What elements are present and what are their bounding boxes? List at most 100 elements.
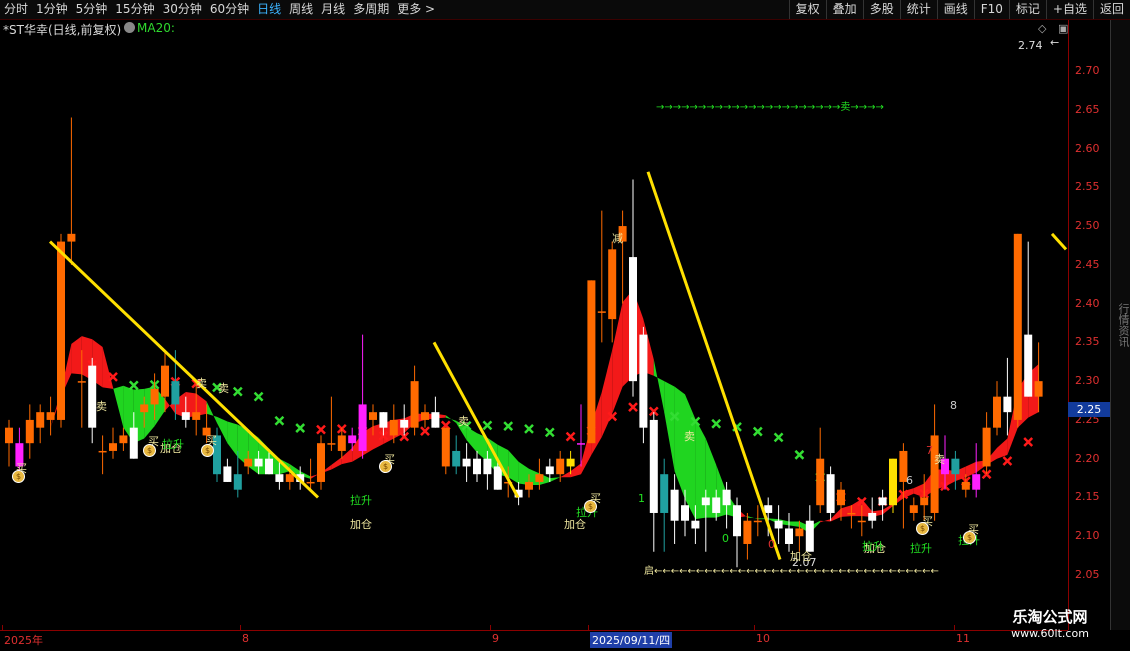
- tool-button-8[interactable]: 返回: [1092, 0, 1130, 19]
- trend-line: [1050, 232, 1068, 251]
- price-tick: 2.50: [1075, 219, 1100, 233]
- trend-band-segment: [997, 438, 1008, 459]
- tool-button-0[interactable]: 复权: [788, 0, 826, 19]
- ma20-cross-marker: [316, 424, 326, 435]
- candle-body: [1024, 334, 1033, 397]
- candle-body: [36, 412, 45, 428]
- candle-body: [556, 458, 565, 475]
- price-tick: 2.20: [1075, 451, 1100, 465]
- candle-body: [951, 458, 960, 475]
- candle-body: [691, 520, 700, 529]
- tool-buttons: 复权 叠加 多股 统计 画线 F10 标记 +自选 返回: [788, 0, 1130, 19]
- trend-band-segment: [331, 457, 342, 470]
- period-tab-8[interactable]: 月线: [317, 0, 349, 19]
- date-axis-label: 8: [242, 632, 249, 645]
- trend-band-segment: [841, 505, 852, 517]
- candle-body: [826, 474, 835, 513]
- candle-body: [5, 427, 13, 444]
- trend-band-segment: [664, 381, 675, 472]
- period-tab-6[interactable]: 日线: [253, 0, 285, 19]
- money-bag-icon: $: [12, 470, 25, 483]
- tool-button-5[interactable]: F10: [973, 0, 1009, 19]
- candle-body: [441, 427, 450, 467]
- candle-body: [857, 520, 866, 523]
- tool-button-3[interactable]: 统计: [899, 0, 937, 19]
- candle-body: [535, 474, 544, 482]
- candle-body: [909, 505, 918, 513]
- candle-body: [733, 505, 741, 537]
- trend-band-segment: [653, 359, 665, 413]
- period-tab-3[interactable]: 15分钟: [111, 0, 158, 19]
- candle-body: [639, 334, 648, 428]
- count-label: 8: [950, 399, 957, 412]
- candle-body: [660, 474, 669, 513]
- candle-body: [597, 311, 606, 313]
- date-axis: 2025年 8 9 2025/09/11/四 10 11: [0, 625, 1068, 651]
- period-tab-7[interactable]: 周线: [285, 0, 317, 19]
- lift-signal: 拉升: [162, 438, 184, 451]
- candle-body: [462, 458, 471, 467]
- high-mark-arrow-icon: ←: [1050, 36, 1060, 49]
- period-tab-5[interactable]: 60分钟: [206, 0, 253, 19]
- candle-body: [140, 404, 149, 413]
- period-tabs: 分时 1分钟 5分钟 15分钟 30分钟 60分钟 日线 周线 月线 多周期 更多 >: [0, 0, 439, 19]
- price-tick: 2.70: [1075, 64, 1100, 77]
- candle-body: [961, 481, 970, 490]
- candlestick-chart[interactable]: [0, 20, 1068, 630]
- tool-button-1[interactable]: 叠加: [825, 0, 863, 19]
- candle-body: [98, 450, 107, 453]
- date-axis-label: 10: [756, 632, 770, 645]
- ma20-cross-marker: [232, 386, 243, 397]
- tool-button-4[interactable]: 画线: [936, 0, 974, 19]
- candle-body: [545, 466, 554, 475]
- ma20-cross-marker: [253, 391, 264, 402]
- ma20-cross-marker: [420, 426, 430, 437]
- watermark-title: 乐淘公式网: [1012, 608, 1088, 626]
- trend-band-segment: [882, 503, 893, 515]
- side-info-strip[interactable]: 行情资讯: [1110, 20, 1130, 630]
- period-tab-0[interactable]: 分时: [0, 0, 32, 19]
- price-tick: 2.10: [1075, 529, 1100, 543]
- tool-button-2[interactable]: 多股: [862, 0, 900, 19]
- candle-body: [972, 474, 981, 490]
- candle-body: [525, 481, 533, 490]
- period-tab-9[interactable]: 多周期: [349, 0, 393, 19]
- price-tick: 2.05: [1075, 568, 1100, 581]
- trend-band-segment: [71, 336, 82, 375]
- ma20-cross-marker: [752, 426, 763, 437]
- price-tick: 2.45: [1075, 257, 1100, 271]
- candle-body: [285, 474, 294, 482]
- ma20-cross-marker: [773, 432, 784, 443]
- money-bag-icon: $: [963, 531, 976, 544]
- candle-body: [77, 381, 86, 383]
- tool-button-7[interactable]: +自选: [1045, 0, 1093, 19]
- period-tab-10[interactable]: 更多 >: [393, 0, 439, 19]
- money-bag-icon: $: [201, 444, 214, 457]
- count-label: 7: [926, 444, 933, 457]
- period-tab-1[interactable]: 1分钟: [32, 0, 72, 19]
- date-axis-tick: [2, 625, 3, 631]
- date-axis-tick: [588, 625, 589, 631]
- period-tab-2[interactable]: 5分钟: [72, 0, 112, 19]
- add-position-signal: 加仓: [790, 550, 812, 563]
- candle-body: [317, 443, 325, 482]
- candle-body: [889, 458, 897, 506]
- trend-band-segment: [685, 394, 696, 520]
- candle-body: [431, 412, 440, 428]
- sell-arrow-row: →→→→→→→→→→→→→→→→→→→→→→卖→→→→: [656, 102, 884, 113]
- trend-band-segment: [102, 347, 113, 389]
- lift-signal: 拉升: [862, 540, 884, 553]
- sell-signal: 卖: [458, 415, 469, 428]
- ma20-cross-marker: [274, 415, 285, 426]
- money-bag-icon: $: [143, 444, 156, 457]
- candle-body: [483, 458, 492, 475]
- candle-body: [150, 388, 159, 405]
- count-label: 0: [768, 538, 775, 551]
- tool-button-6[interactable]: 标记: [1008, 0, 1046, 19]
- candle-body: [275, 474, 284, 482]
- period-tab-4[interactable]: 30分钟: [159, 0, 206, 19]
- price-tick: 2.55: [1075, 180, 1100, 194]
- candle-body: [608, 249, 617, 320]
- date-axis-tick: [240, 625, 241, 631]
- date-axis-tick: [490, 625, 491, 631]
